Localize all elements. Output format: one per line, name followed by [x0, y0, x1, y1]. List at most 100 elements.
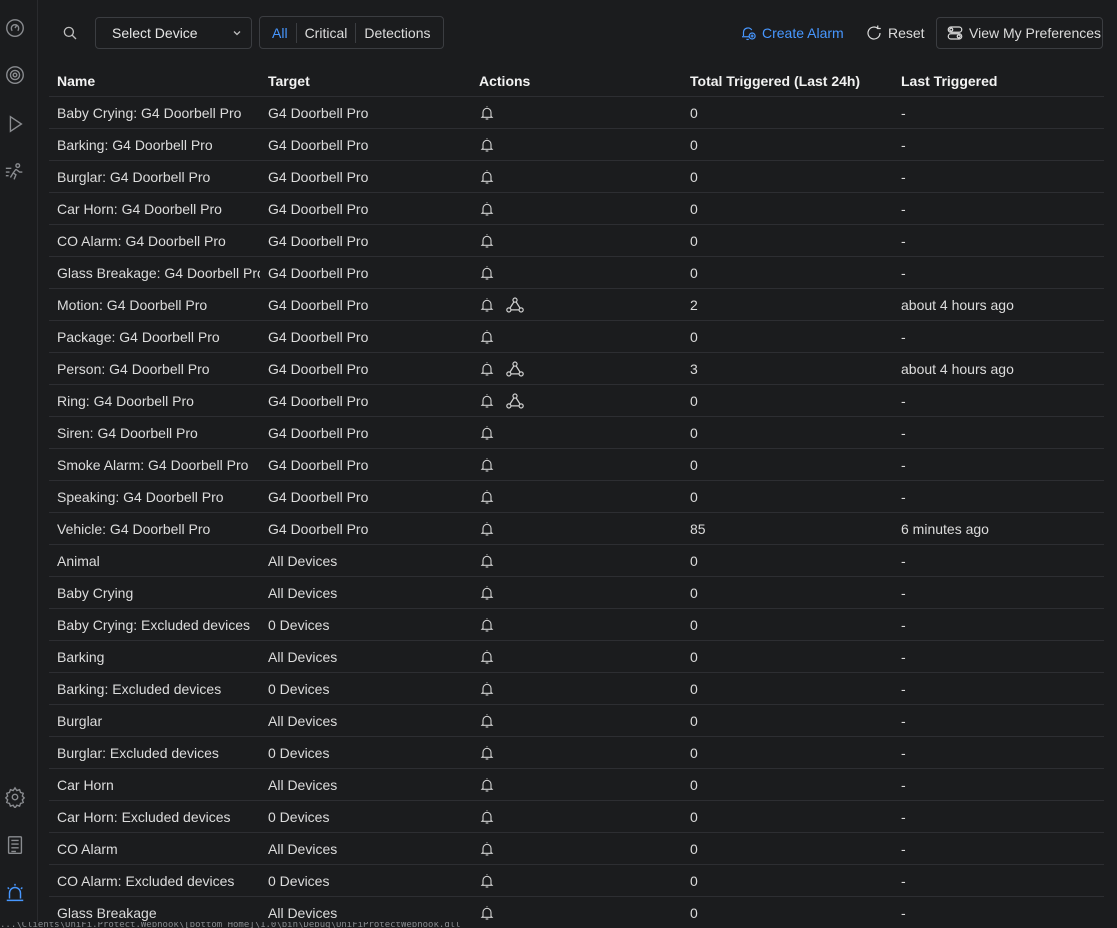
logs-icon[interactable]	[3, 833, 27, 857]
cell-actions	[471, 713, 682, 729]
table-row[interactable]: Speaking: G4 Doorbell Pro G4 Doorbell Pro…	[49, 481, 1104, 513]
table-row[interactable]: CO Alarm: Excluded devices 0 Devices 0 -	[49, 865, 1104, 897]
table-row[interactable]: Vehicle: G4 Doorbell Pro G4 Doorbell Pro 8…	[49, 513, 1104, 545]
table-row[interactable]: CO Alarm All Devices 0 -	[49, 833, 1104, 865]
table-row[interactable]: Baby Crying All Devices 0 -	[49, 577, 1104, 609]
cell-total-triggered: 0	[690, 776, 698, 793]
dashboard-icon[interactable]	[3, 16, 27, 40]
settings-icon[interactable]	[3, 785, 27, 809]
reset-button[interactable]: Reset	[865, 17, 925, 49]
cell-total-triggered: 0	[690, 744, 698, 761]
select-device-dropdown[interactable]: Select Device	[95, 17, 252, 49]
cell-total-triggered: 0	[690, 456, 698, 473]
column-header-last-triggered[interactable]: Last Triggered	[893, 73, 1104, 89]
sidebar	[0, 0, 38, 928]
bell-icon[interactable]	[479, 201, 495, 217]
bell-icon[interactable]	[479, 329, 495, 345]
table-row[interactable]: Car Horn: G4 Doorbell Pro G4 Doorbell Pro…	[49, 193, 1104, 225]
table-row[interactable]: Ring: G4 Doorbell Pro G4 Doorbell Pro 0 -	[49, 385, 1104, 417]
bell-icon[interactable]	[479, 105, 495, 121]
cell-actions	[471, 489, 682, 505]
table-row[interactable]: Glass Breakage: G4 Doorbell Pro G4 Doorbe…	[49, 257, 1104, 289]
cell-total-triggered: 0	[690, 808, 698, 825]
bell-icon[interactable]	[479, 649, 495, 665]
bell-icon[interactable]	[479, 233, 495, 249]
cell-total-triggered: 0	[690, 264, 698, 281]
bell-icon[interactable]	[479, 585, 495, 601]
column-header-target[interactable]: Target	[260, 73, 471, 89]
table-row[interactable]: Person: G4 Doorbell Pro G4 Doorbell Pro 3 a…	[49, 353, 1104, 385]
bell-icon[interactable]	[479, 713, 495, 729]
bell-icon[interactable]	[479, 681, 495, 697]
bell-icon[interactable]	[479, 905, 495, 921]
view-preferences-button[interactable]: View My Preferences	[936, 17, 1103, 49]
table-row[interactable]: Car Horn: Excluded devices 0 Devices 0 -	[49, 801, 1104, 833]
table-row[interactable]: Siren: G4 Doorbell Pro G4 Doorbell Pro 0 -	[49, 417, 1104, 449]
cell-total-triggered: 0	[690, 168, 698, 185]
table-row[interactable]: Baby Crying: Excluded devices 0 Devices 0 -	[49, 609, 1104, 641]
cell-target: 0 Devices	[268, 808, 330, 825]
cell-last-triggered: -	[901, 168, 906, 185]
table-row[interactable]: Car Horn All Devices 0 -	[49, 769, 1104, 801]
bell-icon[interactable]	[479, 745, 495, 761]
bell-icon[interactable]	[479, 361, 495, 377]
column-header-name[interactable]: Name	[49, 73, 260, 89]
table-row[interactable]: CO Alarm: G4 Doorbell Pro G4 Doorbell Pro…	[49, 225, 1104, 257]
bell-icon[interactable]	[479, 873, 495, 889]
table-row[interactable]: Motion: G4 Doorbell Pro G4 Doorbell Pro 2 a…	[49, 289, 1104, 321]
cell-total-triggered: 0	[690, 200, 698, 217]
cell-last-triggered: -	[901, 328, 906, 345]
bell-icon[interactable]	[479, 297, 495, 313]
table-row[interactable]: Burglar: G4 Doorbell Pro G4 Doorbell Pro 0…	[49, 161, 1104, 193]
bell-icon[interactable]	[479, 617, 495, 633]
bell-icon[interactable]	[479, 809, 495, 825]
table-row[interactable]: Baby Crying: G4 Doorbell Pro G4 Doorbell …	[49, 97, 1104, 129]
cell-target: 0 Devices	[268, 872, 330, 889]
cell-actions	[471, 649, 682, 665]
cell-actions	[471, 457, 682, 473]
bell-icon[interactable]	[479, 265, 495, 281]
table-row[interactable]: Burglar: Excluded devices 0 Devices 0 -	[49, 737, 1104, 769]
table-row[interactable]: Barking All Devices 0 -	[49, 641, 1104, 673]
bell-icon[interactable]	[479, 553, 495, 569]
cell-total-triggered: 0	[690, 616, 698, 633]
cell-actions	[471, 265, 682, 281]
search-icon[interactable]	[59, 22, 81, 44]
bell-icon[interactable]	[479, 393, 495, 409]
bell-icon[interactable]	[479, 841, 495, 857]
cell-name: Motion: G4 Doorbell Pro	[57, 296, 208, 313]
table-row[interactable]: Barking: Excluded devices 0 Devices 0 -	[49, 673, 1104, 705]
camera-icon[interactable]	[3, 63, 27, 87]
table-row[interactable]: Burglar All Devices 0 -	[49, 705, 1104, 737]
bell-icon[interactable]	[479, 777, 495, 793]
table-row[interactable]: Animal All Devices 0 -	[49, 545, 1104, 577]
webhook-icon[interactable]	[505, 360, 525, 378]
detections-icon[interactable]	[3, 160, 27, 184]
play-icon[interactable]	[3, 112, 27, 136]
cell-last-triggered: -	[901, 648, 906, 665]
filter-critical[interactable]: Critical	[305, 25, 348, 41]
cell-name: CO Alarm: Excluded devices	[57, 872, 235, 889]
bell-icon[interactable]	[479, 489, 495, 505]
filter-detections[interactable]: Detections	[364, 25, 430, 41]
webhook-icon[interactable]	[505, 392, 525, 410]
table-row[interactable]: Smoke Alarm: G4 Doorbell Pro G4 Doorbell …	[49, 449, 1104, 481]
cell-name: Smoke Alarm: G4 Doorbell Pro	[57, 456, 249, 473]
alarm-icon[interactable]	[3, 881, 27, 905]
column-header-total-triggered[interactable]: Total Triggered (Last 24h)	[682, 73, 893, 89]
table-row[interactable]: Barking: G4 Doorbell Pro G4 Doorbell Pro 0…	[49, 129, 1104, 161]
webhook-icon[interactable]	[505, 296, 525, 314]
create-alarm-button[interactable]: Create Alarm	[739, 17, 844, 49]
bell-icon[interactable]	[479, 169, 495, 185]
cell-total-triggered: 0	[690, 840, 698, 857]
bell-icon[interactable]	[479, 425, 495, 441]
bell-icon[interactable]	[479, 137, 495, 153]
bell-icon[interactable]	[479, 457, 495, 473]
cell-name: Burglar	[57, 712, 103, 729]
column-header-actions[interactable]: Actions	[471, 73, 682, 89]
bell-icon[interactable]	[479, 521, 495, 537]
table-row[interactable]: Package: G4 Doorbell Pro G4 Doorbell Pro 0…	[49, 321, 1104, 353]
cell-name: Baby Crying: Excluded devices	[57, 616, 250, 633]
cell-actions	[471, 777, 682, 793]
filter-all[interactable]: All	[272, 25, 288, 41]
